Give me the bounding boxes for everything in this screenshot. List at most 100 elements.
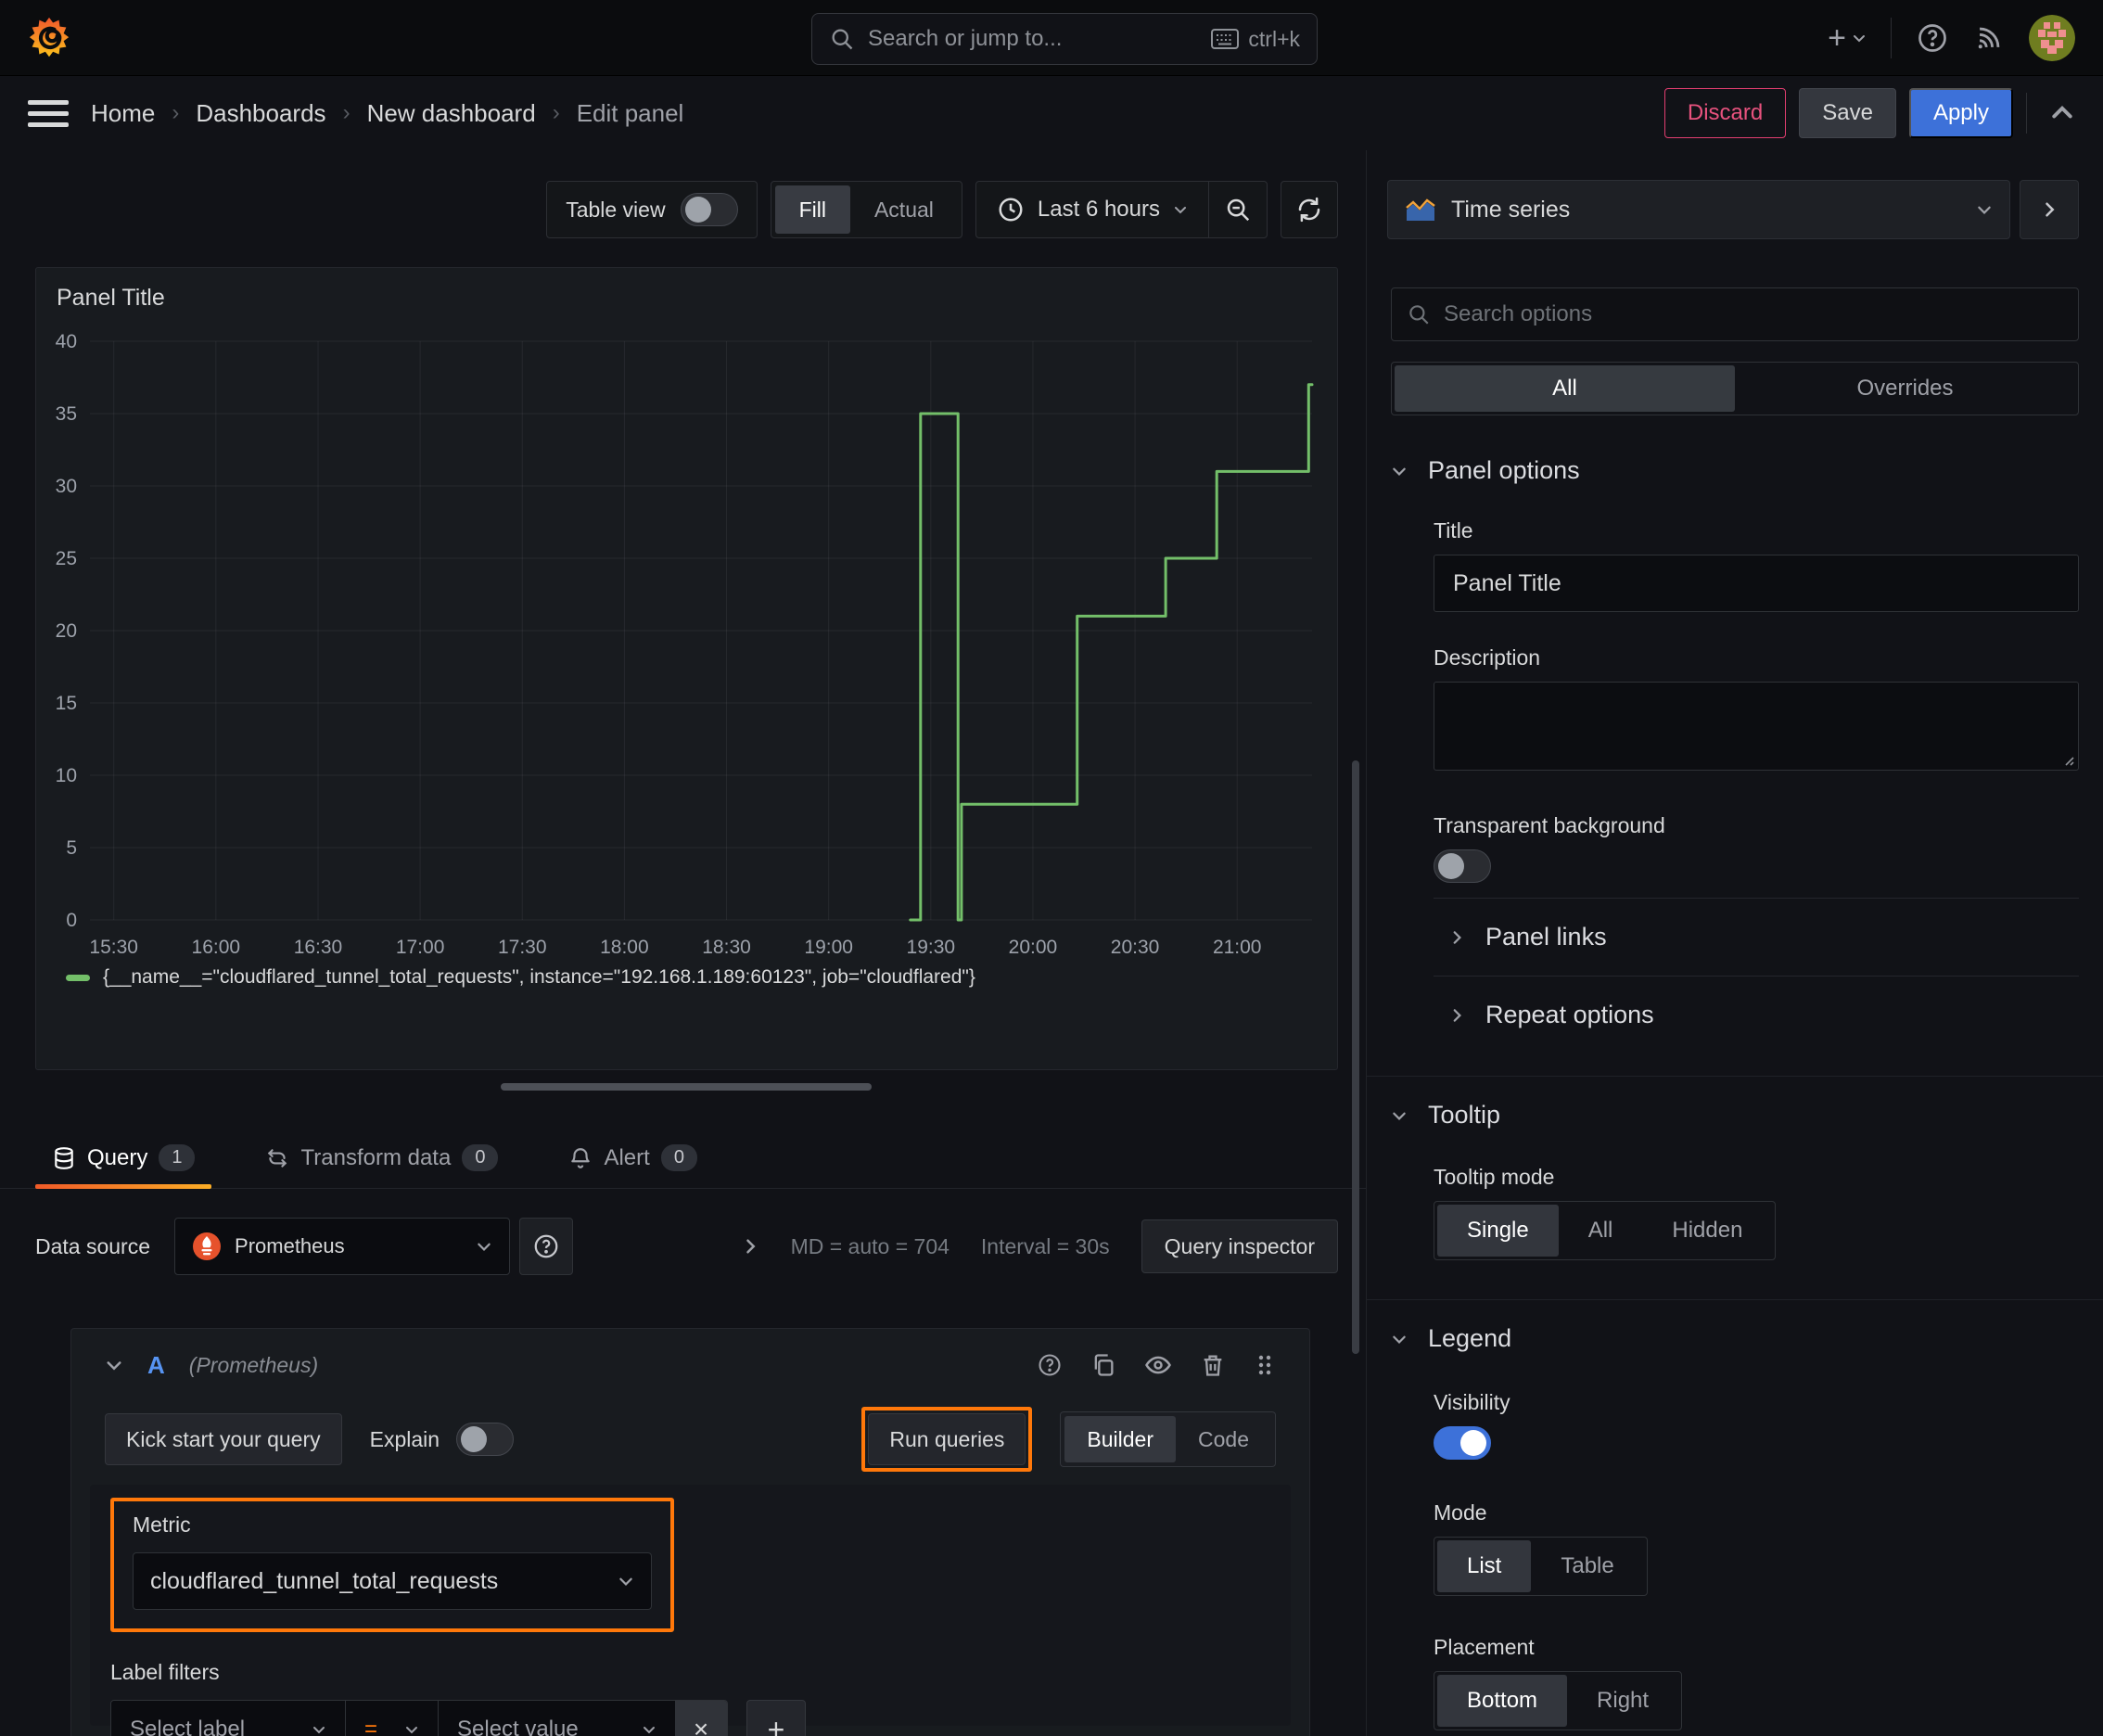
time-range-button[interactable]: Last 6 hours: [976, 196, 1208, 223]
max-data-points-text: MD = auto = 704: [790, 1233, 950, 1258]
operator-dropdown[interactable]: =: [345, 1701, 438, 1736]
search-input[interactable]: Search or jump to... ctrl+k: [811, 13, 1318, 65]
explain-toggle[interactable]: [456, 1423, 515, 1456]
legend-visibility-toggle[interactable]: [1434, 1426, 1491, 1460]
search-icon: [832, 29, 853, 50]
transparent-background-toggle[interactable]: [1434, 849, 1491, 883]
tab-all[interactable]: All: [1395, 365, 1735, 412]
news-button[interactable]: [1973, 22, 2005, 54]
horizontal-scrollbar[interactable]: [501, 1083, 872, 1091]
help-button[interactable]: [1916, 21, 1949, 55]
chevron-down-icon: [1175, 207, 1186, 214]
tab-alert[interactable]: Alert 0: [552, 1128, 713, 1188]
tab-transform-data[interactable]: Transform data 0: [249, 1128, 515, 1188]
help-icon: [1918, 23, 1946, 52]
query-builder-body: Metric cloudflared_tunnel_total_requests…: [90, 1485, 1291, 1736]
table-view-control: Table view: [546, 181, 758, 238]
duplicate-query-icon[interactable]: [1090, 1352, 1116, 1378]
toggle-visibility-icon[interactable]: [1144, 1351, 1172, 1379]
toggle-viz-pane-button[interactable]: [2020, 180, 2079, 239]
add-filter-button[interactable]: +: [746, 1700, 806, 1736]
transform-count-badge: 0: [462, 1144, 499, 1171]
drag-handle-icon[interactable]: [1254, 1352, 1276, 1378]
breadcrumb-home[interactable]: Home: [91, 99, 155, 128]
panel-title[interactable]: Panel Title: [36, 268, 1337, 317]
select-value-dropdown[interactable]: Select value: [438, 1701, 675, 1736]
legend-table-option[interactable]: Table: [1531, 1540, 1643, 1592]
select-label-dropdown[interactable]: Select label: [111, 1701, 345, 1736]
code-option[interactable]: Code: [1176, 1416, 1271, 1462]
collapse-query-chevron-icon[interactable]: [105, 1356, 123, 1374]
datasource-picker[interactable]: Prometheus: [174, 1218, 511, 1275]
delete-query-icon[interactable]: [1200, 1352, 1226, 1378]
legend-bottom-option[interactable]: Bottom: [1437, 1675, 1568, 1727]
builder-option[interactable]: Builder: [1064, 1416, 1177, 1462]
timeseries-viz-icon: [1406, 198, 1435, 221]
collapse-header-button[interactable]: [2049, 100, 2075, 126]
query-inspector-button[interactable]: Query inspector: [1141, 1219, 1338, 1273]
svg-text:0: 0: [66, 910, 77, 931]
title-field-label: Title: [1434, 518, 1473, 542]
actual-option[interactable]: Actual: [850, 185, 958, 234]
save-button[interactable]: Save: [1799, 88, 1896, 138]
visualization-picker[interactable]: Time series: [1387, 180, 2010, 239]
tab-query[interactable]: Query 1: [35, 1128, 212, 1189]
options-search-input[interactable]: Search options: [1391, 287, 2079, 341]
fill-option[interactable]: Fill: [774, 185, 850, 234]
datasource-help-button[interactable]: [519, 1218, 574, 1275]
user-avatar[interactable]: [2029, 14, 2075, 61]
tooltip-single-option[interactable]: Single: [1437, 1205, 1559, 1257]
query-toolbar: Kick start your query Explain Run querie…: [71, 1401, 1309, 1477]
breadcrumb-new-dashboard[interactable]: New dashboard: [367, 99, 536, 128]
panel-links-section[interactable]: Panel links: [1434, 898, 2079, 976]
breadcrumb-bar: Home › Dashboards › New dashboard › Edit…: [0, 76, 2103, 150]
discard-button[interactable]: Discard: [1663, 88, 1787, 138]
query-ref-id[interactable]: A: [147, 1351, 165, 1380]
chevron-right-icon[interactable]: [741, 1237, 759, 1256]
kick-start-query-button[interactable]: Kick start your query: [105, 1413, 342, 1465]
svg-text:25: 25: [56, 548, 77, 569]
refresh-button[interactable]: [1281, 181, 1338, 238]
legend-series-label[interactable]: {__name__="cloudflared_tunnel_total_requ…: [103, 966, 975, 989]
tab-overrides[interactable]: Overrides: [1735, 365, 2075, 412]
panel-options-section-header[interactable]: Panel options: [1367, 456, 2103, 485]
legend-series-marker[interactable]: [66, 974, 90, 981]
table-view-toggle[interactable]: [680, 193, 738, 226]
legend-placement-label: Placement: [1434, 1635, 1535, 1659]
svg-text:40: 40: [56, 331, 77, 352]
new-menu-button[interactable]: +: [1828, 22, 1867, 54]
apply-button[interactable]: Apply: [1908, 88, 2013, 138]
svg-text:16:00: 16:00: [192, 937, 241, 958]
vertical-scrollbar[interactable]: [1352, 760, 1359, 1354]
grafana-logo-icon[interactable]: [28, 17, 70, 59]
tooltip-section-header[interactable]: Tooltip: [1367, 1101, 2103, 1130]
chevron-right-icon: [2046, 202, 2055, 217]
metric-select[interactable]: cloudflared_tunnel_total_requests: [133, 1552, 652, 1610]
edit-pane: Table view Fill Actual Last 6 hours Pane…: [0, 150, 1366, 1736]
remove-filter-button[interactable]: ×: [675, 1701, 727, 1736]
zoom-out-time-button[interactable]: [1209, 182, 1267, 237]
plus-icon: +: [1828, 19, 1846, 56]
tooltip-hidden-option[interactable]: Hidden: [1642, 1205, 1772, 1257]
menu-toggle-button[interactable]: [28, 95, 69, 132]
legend-section-header[interactable]: Legend: [1367, 1324, 2103, 1353]
breadcrumb-separator: ›: [172, 100, 180, 125]
svg-text:30: 30: [56, 476, 77, 497]
panel-title-input[interactable]: Panel Title: [1434, 555, 2079, 612]
tooltip-all-option[interactable]: All: [1559, 1205, 1643, 1257]
legend-list-option[interactable]: List: [1437, 1540, 1532, 1592]
query-help-icon[interactable]: [1037, 1352, 1063, 1378]
description-textarea[interactable]: [1434, 682, 2079, 771]
metric-label: Metric: [133, 1513, 191, 1537]
time-series-chart: 0 5 10 15 20 25 30 35 40 15:30 16:00 16:30 17:00 17:3…: [56, 331, 1314, 958]
breadcrumb-dashboards[interactable]: Dashboards: [196, 99, 325, 128]
help-circle-icon: [534, 1234, 558, 1258]
legend-right-option[interactable]: Right: [1567, 1675, 1678, 1727]
chevron-up-icon: [2052, 106, 2072, 119]
repeat-options-section[interactable]: Repeat options: [1434, 976, 2079, 1053]
svg-text:5: 5: [66, 837, 77, 859]
query-card-header: A (Prometheus): [71, 1329, 1309, 1401]
resize-handle-icon[interactable]: [2061, 753, 2074, 766]
active-tab-underline: [35, 1184, 212, 1189]
run-queries-button[interactable]: Run queries: [868, 1413, 1026, 1465]
